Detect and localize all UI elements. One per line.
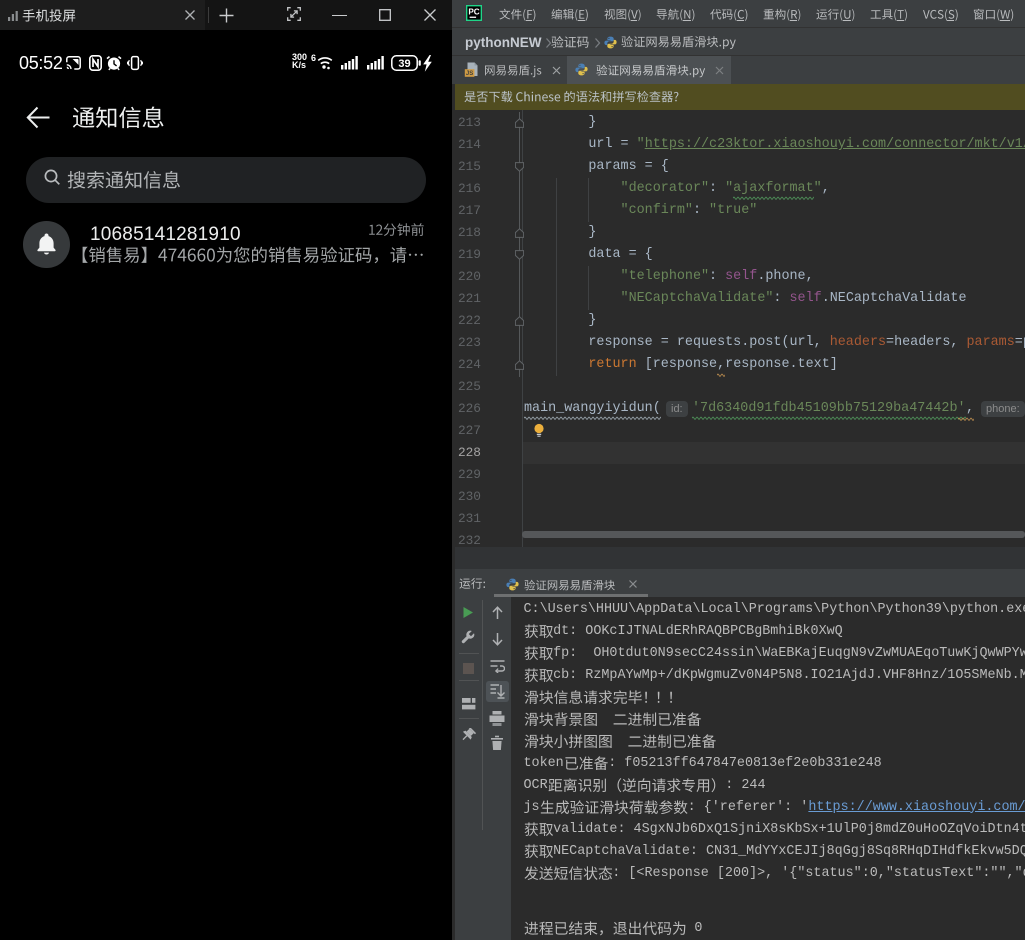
svg-text:JS: JS bbox=[466, 71, 473, 77]
svg-text:PC: PC bbox=[468, 8, 479, 17]
svg-text:39: 39 bbox=[398, 58, 410, 70]
